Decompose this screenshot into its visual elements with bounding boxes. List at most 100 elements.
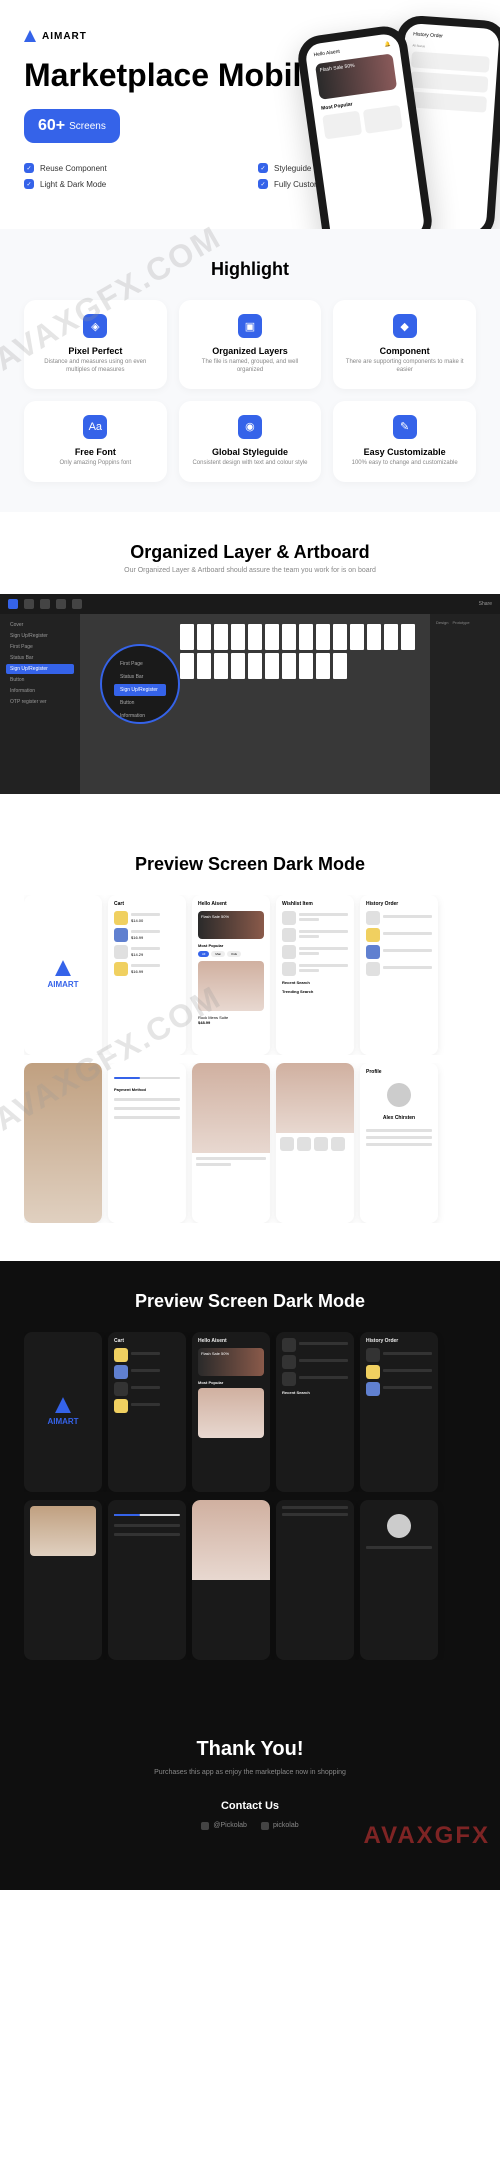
- screens-count: 60+: [38, 117, 65, 135]
- preview-row: Payment Method Profile Alex Chirsten: [24, 1063, 476, 1223]
- sale-banner: Flash Sale 50%: [198, 1348, 264, 1376]
- price: $16.99: [131, 935, 180, 940]
- screen-cart-dark: Cart: [108, 1332, 186, 1492]
- feature-label: Reuse Component: [40, 164, 107, 173]
- bell-icon: 🔔: [384, 41, 391, 48]
- card-title: Easy Customizable: [343, 447, 466, 457]
- card-desc: There are supporting components to make …: [343, 359, 466, 375]
- screen-title: Wishlist Item: [282, 901, 313, 907]
- section-label: Most Popular: [198, 943, 264, 948]
- custom-icon: ✎: [393, 415, 417, 439]
- layer-item: Sign Up/Register: [6, 664, 74, 674]
- layer-item: OTP register ver: [6, 697, 74, 707]
- screen-dark: [276, 1500, 354, 1660]
- highlight-grid: ◈Pixel PerfectDistance and measures usin…: [24, 300, 476, 481]
- layer-item: Status Bar: [6, 653, 74, 663]
- screen-title: History Order: [366, 901, 398, 907]
- feature-item: ✓Light & Dark Mode: [24, 179, 242, 189]
- screen-user: Hello Aisent: [198, 901, 227, 907]
- thanks-sub: Purchases this app as enjoy the marketpl…: [24, 1769, 476, 1776]
- screen-title: Cart: [114, 1338, 124, 1344]
- check-icon: ✓: [258, 163, 268, 173]
- figma-screenshot: Share Cover Sign Up/Register First Page …: [0, 594, 500, 794]
- preview-light-section: Preview Screen Dark Mode AIMART Cart $14…: [0, 824, 500, 1261]
- thanks-section: Thank You! Purchases this app as enjoy t…: [0, 1698, 500, 1890]
- highlight-section: Highlight ◈Pixel PerfectDistance and mea…: [0, 229, 500, 511]
- layer-item: First Page: [6, 642, 74, 652]
- preview-light-title: Preview Screen Dark Mode: [24, 854, 476, 875]
- brand-name: AIMART: [42, 31, 87, 42]
- section-label: Trending Search: [282, 989, 348, 994]
- feature-item: ✓ Reuse Component: [24, 163, 242, 173]
- zoom-layer: Information: [114, 710, 166, 722]
- preview-row: [24, 1500, 476, 1660]
- figma-tool-icon: [72, 599, 82, 609]
- thanks-title: Thank You!: [24, 1738, 476, 1761]
- share-button: Share: [479, 601, 492, 607]
- contact-title: Contact Us: [24, 1800, 476, 1812]
- screen-dark: [192, 1500, 270, 1660]
- screen-profile: Profile Alex Chirsten: [360, 1063, 438, 1223]
- social-icon: [201, 1822, 209, 1830]
- avatar: [387, 1514, 411, 1538]
- highlight-title: Highlight: [24, 259, 476, 280]
- figma-inspect-panel: Design Prototype: [430, 614, 500, 794]
- artboard-grid: [180, 624, 420, 679]
- highlight-card: AaFree FontOnly amazing Poppins font: [24, 401, 167, 482]
- figma-toolbar: Share: [0, 594, 500, 614]
- card-desc: Consistent design with text and colour s…: [189, 460, 312, 468]
- highlight-card: ◈Pixel PerfectDistance and measures usin…: [24, 300, 167, 389]
- screen-user: Hello Aisent: [198, 1338, 227, 1344]
- layer-item: Sign Up/Register: [6, 631, 74, 641]
- card-desc: The file is named, grouped, and well org…: [189, 359, 312, 375]
- price: $14.29: [131, 952, 180, 957]
- figma-layers-panel: Cover Sign Up/Register First Page Status…: [0, 614, 80, 794]
- highlight-card: ◉Global StyleguideConsistent design with…: [179, 401, 322, 482]
- preview-dark-title: Preview Screen Dark Mode: [24, 1291, 476, 1312]
- screen-home: Hello Aisent Flash Sale 50% Most Popular…: [192, 895, 270, 1055]
- screen-wishlist: Wishlist Item Recent Search Trending Sea…: [276, 895, 354, 1055]
- zoom-layer: First Page: [114, 658, 166, 670]
- avatar: [387, 1083, 411, 1107]
- phone-title: History Order: [413, 31, 443, 39]
- contact-row: @Pickolab pickolab: [24, 1822, 476, 1830]
- screen-dark: [108, 1500, 186, 1660]
- screens-badge: 60+ Screens: [24, 109, 120, 143]
- highlight-card: ▣Organized LayersThe file is named, grou…: [179, 300, 322, 389]
- logo-text: AIMART: [47, 1417, 78, 1426]
- screen-history-dark: History Order: [360, 1332, 438, 1492]
- screen-dark: [360, 1500, 438, 1660]
- card-title: Global Styleguide: [189, 447, 312, 457]
- screen-title: Payment Method: [114, 1087, 180, 1092]
- artboard-sub: Our Organized Layer & Artboard should as…: [0, 567, 500, 574]
- phone-banner: Flash Sale 50%: [315, 53, 397, 100]
- layer-item: Cover: [6, 620, 74, 630]
- product-price: $48.99: [198, 1020, 264, 1025]
- panel-tab: Prototype: [452, 620, 469, 625]
- check-icon: ✓: [24, 163, 34, 173]
- price: $16.99: [131, 969, 180, 974]
- screen-dark: [24, 1500, 102, 1660]
- brand-logo-icon: [24, 30, 36, 42]
- zoom-layer: Status Bar: [114, 671, 166, 683]
- contact-item[interactable]: @Pickolab: [201, 1822, 247, 1830]
- screen-wishlist-dark: Recent Search: [276, 1332, 354, 1492]
- contact-item[interactable]: pickolab: [261, 1822, 299, 1830]
- panel-tab: Design: [436, 620, 448, 625]
- section-label: Recent Search: [282, 1390, 348, 1395]
- figma-tool-icon: [56, 599, 66, 609]
- figma-tool-icon: [8, 599, 18, 609]
- section-label: Recent Search: [282, 980, 348, 985]
- contact-label: pickolab: [273, 1822, 299, 1829]
- screen-photo: [24, 1063, 102, 1223]
- preview-row: AIMART Cart $14.00 $16.99 $14.29 $16.99 …: [24, 895, 476, 1055]
- check-icon: ✓: [24, 179, 34, 189]
- logo-text: AIMART: [47, 980, 78, 989]
- card-desc: Distance and measures using on even mult…: [34, 359, 157, 375]
- hero-phone-mockups: Hello Aisent🔔 Flash Sale 50% Most Popula…: [310, 30, 500, 229]
- screen-splash: AIMART: [24, 895, 102, 1055]
- tab: All Status: [412, 43, 425, 48]
- screen-product: [192, 1063, 270, 1223]
- highlight-card: ◆ComponentThere are supporting component…: [333, 300, 476, 389]
- preview-dark-section: Preview Screen Dark Mode AIMART Cart Hel…: [0, 1261, 500, 1698]
